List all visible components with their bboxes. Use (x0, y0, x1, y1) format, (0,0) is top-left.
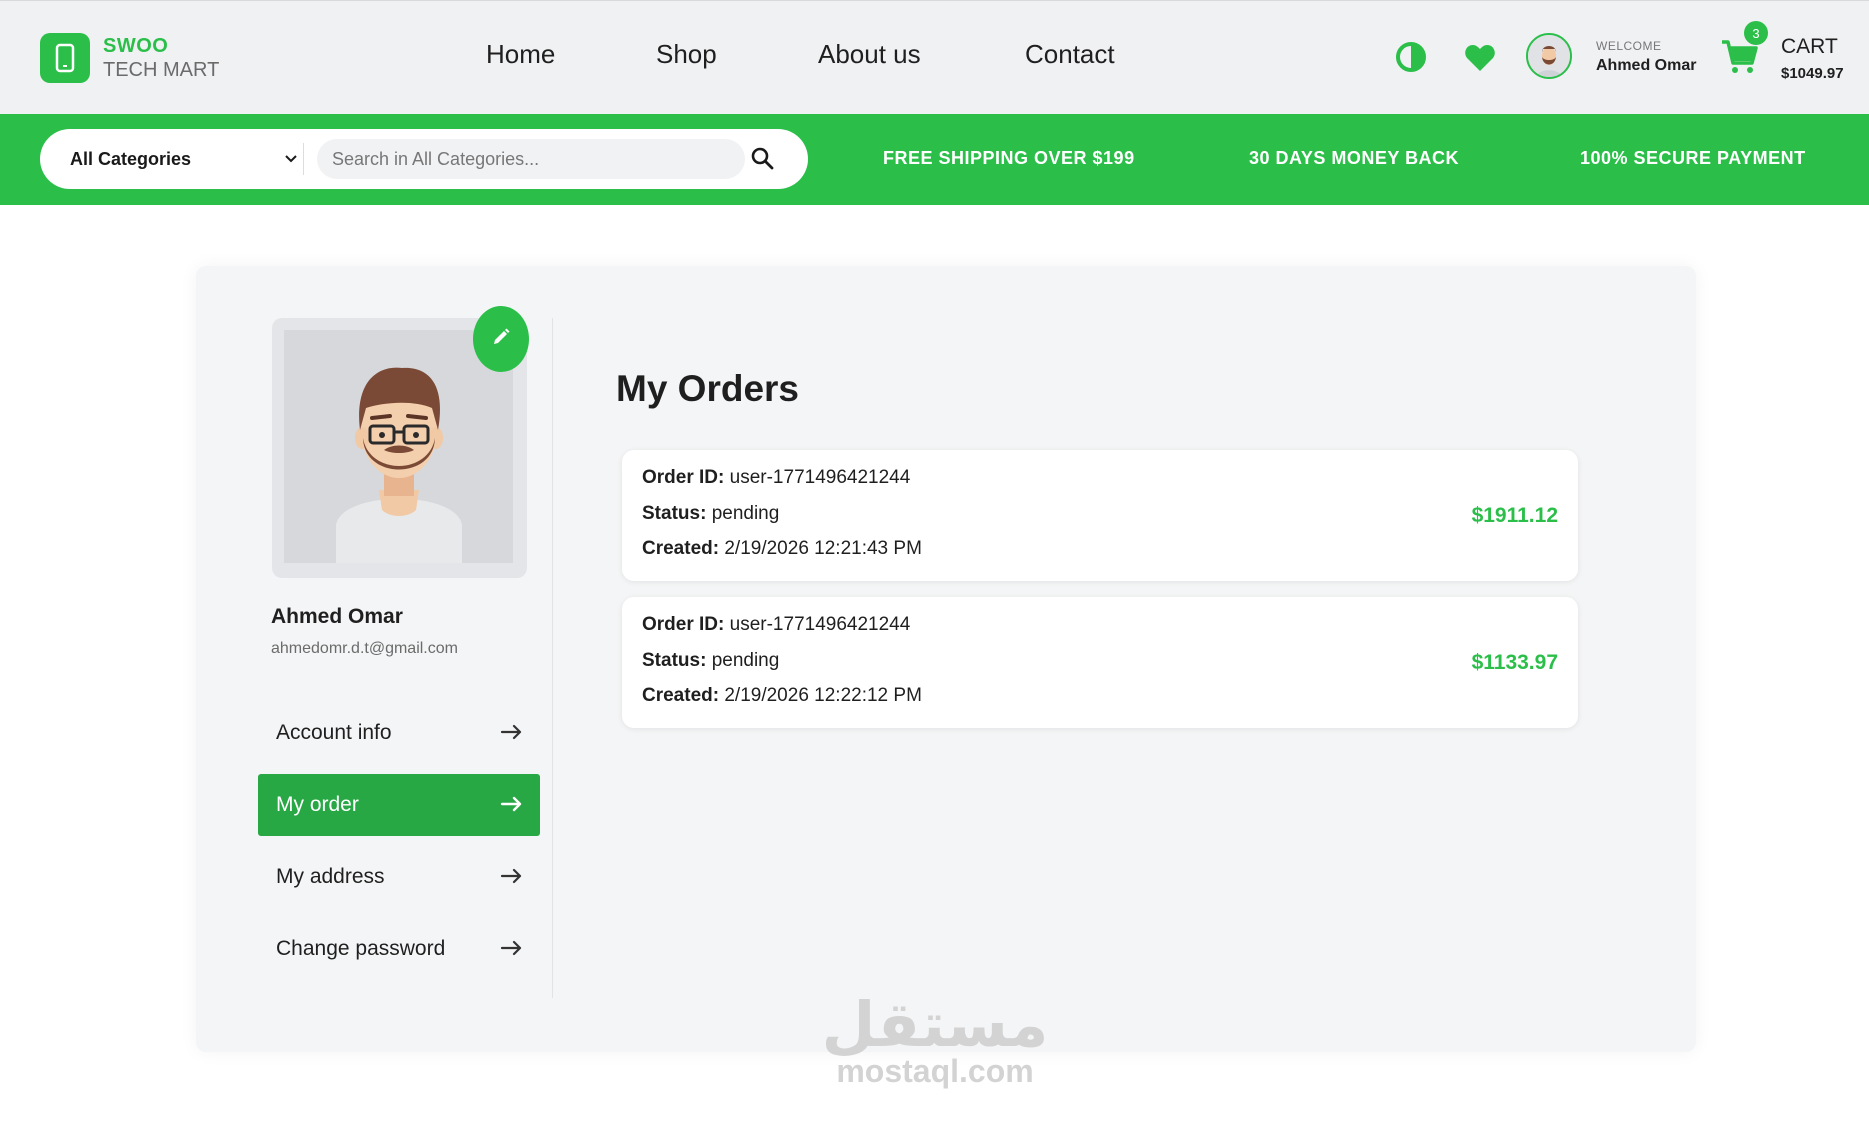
arrow-right-icon (500, 722, 524, 748)
arrow-right-icon (500, 866, 524, 892)
search-divider (303, 143, 304, 175)
order-id-row: Order ID: user-1771496421244 (642, 467, 910, 489)
nav-contact[interactable]: Contact (1025, 39, 1115, 70)
cart-summary[interactable]: CART $1049.97 (1781, 35, 1844, 82)
order-status-label: Status: (642, 503, 707, 524)
orders-list: Order ID: user-1771496421244 Status: pen… (622, 450, 1578, 744)
cart-label: CART (1781, 35, 1838, 58)
order-card[interactable]: Order ID: user-1771496421244 Status: pen… (622, 450, 1578, 581)
menu-my-order[interactable]: My order (258, 774, 540, 836)
profile-name: Ahmed Omar (271, 605, 403, 628)
brand-logo[interactable]: SWOO TECH MART (40, 33, 219, 83)
search-box: All Categories (40, 129, 808, 189)
menu-item-label: My order (276, 793, 359, 816)
account-card: Ahmed Omar ahmedomr.d.t@gmail.com Accoun… (196, 266, 1696, 1052)
promo-secure-payment: 100% SECURE PAYMENT (1580, 148, 1806, 168)
account-sidebar: Ahmed Omar ahmedomr.d.t@gmail.com Accoun… (256, 306, 553, 998)
contrast-icon[interactable] (1395, 41, 1427, 73)
edit-profile-button[interactable] (473, 306, 529, 372)
order-status-label: Status: (642, 650, 707, 671)
brand-name: SWOO (103, 35, 169, 57)
chevron-down-icon (284, 150, 298, 171)
order-status-row: Status: pending (642, 503, 779, 525)
menu-item-label: Account info (276, 721, 392, 744)
search-bar-strip: All Categories FREE SHIPPING OVER $199 3… (0, 114, 1869, 205)
cart-total: $1049.97 (1781, 65, 1844, 82)
nav-shop[interactable]: Shop (656, 39, 717, 70)
promo-money-back: 30 DAYS MONEY BACK (1249, 148, 1460, 168)
order-created-label: Created: (642, 685, 720, 706)
cart-count-badge: 3 (1744, 21, 1768, 45)
menu-item-label: My address (276, 865, 385, 888)
nav-about-us[interactable]: About us (818, 39, 921, 70)
account-menu: Account info My order My address Change … (258, 702, 540, 990)
menu-item-label: Change password (276, 937, 446, 960)
watermark-latin: mostaql.com (836, 1053, 1034, 1089)
nav-home[interactable]: Home (486, 39, 555, 70)
search-icon[interactable] (750, 146, 776, 172)
page-title: My Orders (616, 368, 800, 409)
order-status-row: Status: pending (642, 650, 779, 672)
arrow-right-icon (500, 938, 524, 964)
menu-change-password[interactable]: Change password (258, 918, 540, 980)
order-total: $1133.97 (1471, 651, 1558, 674)
pencil-icon (491, 327, 511, 352)
category-select-value: All Categories (70, 148, 192, 169)
order-total: $1911.12 (1471, 504, 1558, 527)
order-id-row: Order ID: user-1771496421244 (642, 614, 910, 636)
search-input[interactable] (317, 139, 745, 179)
menu-account-info[interactable]: Account info (258, 702, 540, 764)
order-id: user-1771496421244 (729, 467, 911, 488)
order-created-row: Created: 2/19/2026 12:21:43 PM (642, 538, 922, 560)
order-status: pending (711, 503, 780, 524)
avatar[interactable] (1526, 33, 1572, 79)
watermark-arabic: مستقل (821, 988, 1049, 1061)
top-header: SWOO TECH MART Home Shop About us Contac… (0, 0, 1869, 114)
profile-email: ahmedomr.d.t@gmail.com (271, 640, 458, 657)
phone-icon (40, 33, 90, 83)
menu-my-address[interactable]: My address (258, 846, 540, 908)
order-status: pending (711, 650, 780, 671)
order-id-label: Order ID: (642, 467, 725, 488)
order-created: 2/19/2026 12:22:12 PM (724, 685, 922, 706)
profile-avatar-illustration (336, 367, 462, 563)
order-created-row: Created: 2/19/2026 12:22:12 PM (642, 685, 922, 707)
welcome-label: WELCOME (1596, 39, 1662, 53)
brand-subtitle: TECH MART (103, 59, 220, 81)
order-created: 2/19/2026 12:21:43 PM (724, 538, 922, 559)
arrow-right-icon (500, 794, 524, 820)
heart-icon[interactable] (1464, 43, 1496, 73)
category-select[interactable]: All Categories (70, 129, 300, 189)
user-name: Ahmed Omar (1596, 57, 1697, 74)
watermark: مستقل mostaql.com (820, 988, 1050, 1089)
order-created-label: Created: (642, 538, 720, 559)
welcome-block[interactable]: WELCOME Ahmed Omar (1596, 39, 1696, 75)
order-id: user-1771496421244 (729, 614, 911, 635)
order-card[interactable]: Order ID: user-1771496421244 Status: pen… (622, 597, 1578, 728)
order-id-label: Order ID: (642, 614, 725, 635)
promo-free-shipping: FREE SHIPPING OVER $199 (883, 148, 1135, 168)
